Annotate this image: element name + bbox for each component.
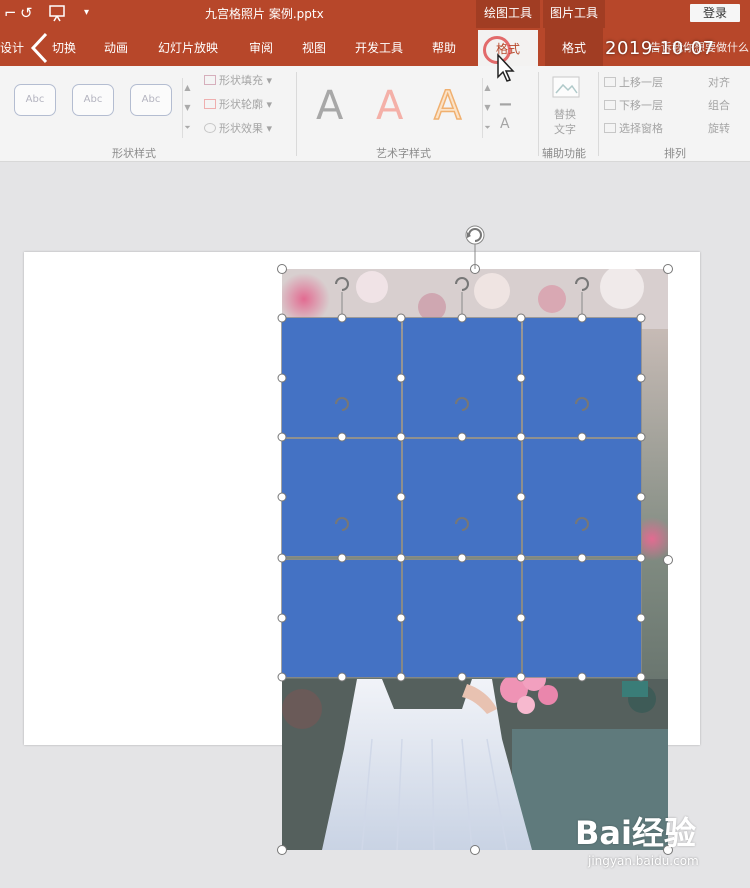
- baidu-jingyan-watermark: Bai经验 jingyan.baidu.com: [570, 800, 730, 880]
- nine-grid-tiles: [0, 0, 750, 888]
- selection-handles: [277, 225, 673, 855]
- mouse-pointer-icon: [497, 53, 515, 82]
- watermark-url: jingyan.baidu.com: [588, 854, 699, 868]
- rotate-handle-icon[interactable]: [465, 225, 485, 245]
- photo-resize-handles[interactable]: [277, 264, 673, 855]
- watermark-logo: Bai经验: [575, 814, 696, 852]
- tile-resize-handles[interactable]: [277, 313, 646, 682]
